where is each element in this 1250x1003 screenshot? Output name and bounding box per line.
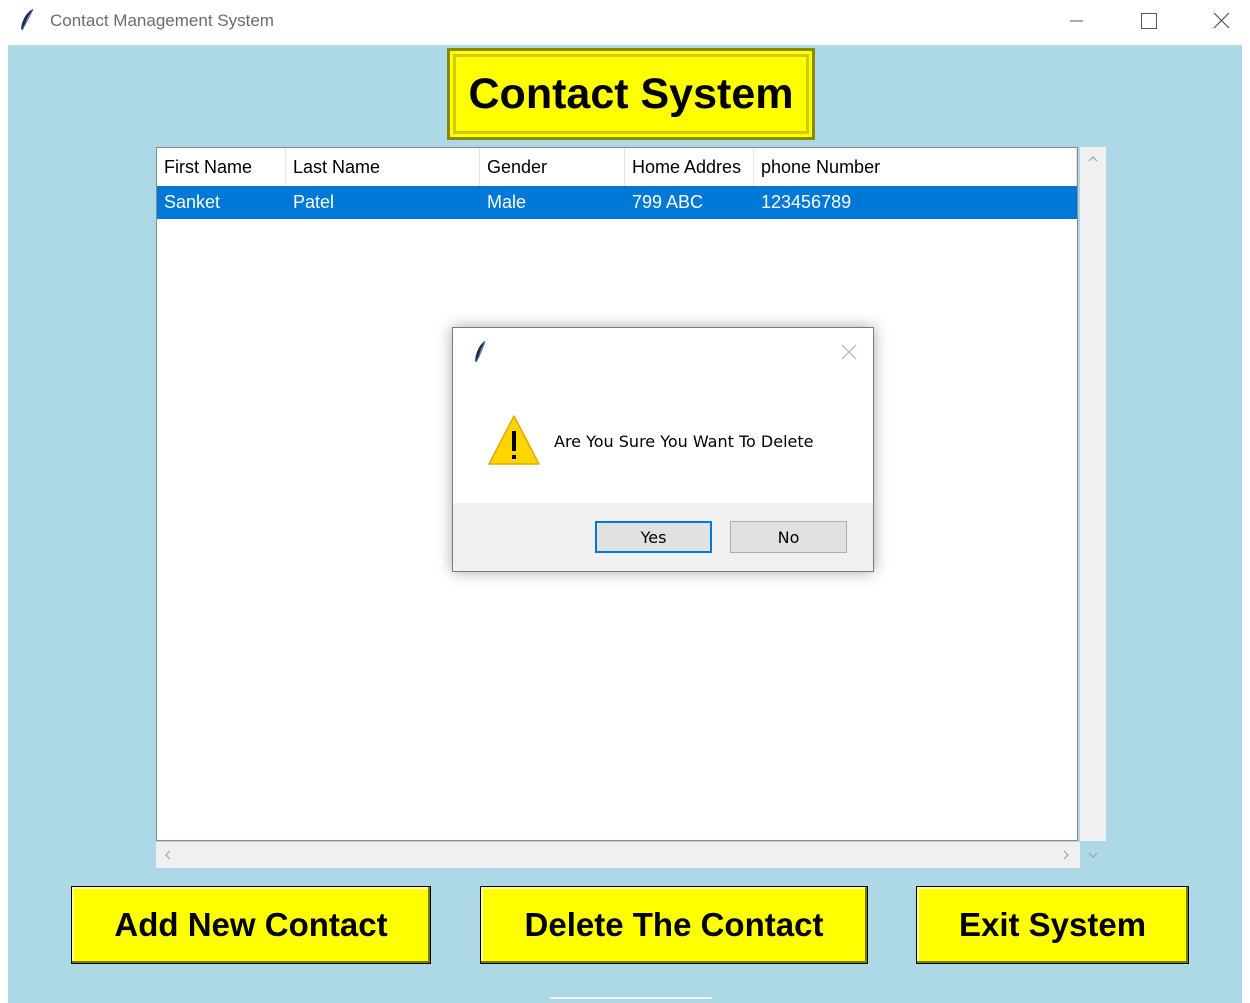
add-new-contact-button[interactable]: Add New Contact: [71, 886, 431, 964]
feather-icon: [21, 8, 34, 31]
maximize-button[interactable]: [1112, 0, 1182, 42]
scroll-right-icon[interactable]: [1062, 850, 1070, 860]
column-header-last-name[interactable]: Last Name: [286, 148, 480, 186]
column-header-home-address[interactable]: Home Addres: [625, 148, 754, 186]
confirm-delete-dialog: Are You Sure You Want To Delete Yes No: [452, 327, 874, 572]
maximize-icon: [1141, 13, 1157, 29]
yes-button[interactable]: Yes: [595, 521, 712, 553]
scroll-down-icon[interactable]: [1088, 851, 1098, 859]
column-header-gender[interactable]: Gender: [480, 148, 625, 186]
cell-phone-number: 123456789: [761, 192, 852, 212]
dialog-footer: Yes No: [453, 503, 873, 571]
cell-gender: Male: [487, 192, 527, 212]
table-row[interactable]: Sanket Patel Male 799 ABC 123456789: [157, 186, 1077, 219]
page-title: Contact System: [447, 48, 815, 140]
close-icon: [1213, 12, 1230, 29]
warning-icon: [488, 415, 540, 465]
delete-contact-button[interactable]: Delete The Contact: [480, 886, 868, 964]
cell-last-name: Patel: [293, 192, 335, 212]
vertical-scrollbar[interactable]: [1080, 147, 1106, 858]
minimize-button[interactable]: [1040, 0, 1110, 42]
close-button[interactable]: [1184, 0, 1250, 42]
dialog-message: Are You Sure You Want To Delete: [554, 432, 814, 451]
table-header: First Name Last Name Gender Home Addres …: [157, 148, 1077, 187]
cell-first-name: Sanket: [164, 192, 221, 212]
column-header-phone-number[interactable]: phone Number: [754, 148, 1077, 186]
dialog-close-icon[interactable]: [837, 340, 861, 364]
feather-icon: [475, 340, 486, 363]
scroll-up-icon[interactable]: [1088, 155, 1098, 163]
no-button[interactable]: No: [730, 521, 847, 553]
exit-system-button[interactable]: Exit System: [916, 886, 1189, 964]
cell-home-address: 799 ABC: [632, 192, 704, 212]
horizontal-scrollbar[interactable]: [156, 842, 1080, 868]
divider: [550, 997, 712, 999]
scroll-left-icon[interactable]: [164, 850, 172, 860]
window-title: Contact Management System: [50, 11, 274, 30]
window-titlebar: Contact Management System: [0, 0, 1250, 45]
minimize-icon: [1070, 20, 1083, 22]
column-header-first-name[interactable]: First Name: [157, 148, 286, 186]
